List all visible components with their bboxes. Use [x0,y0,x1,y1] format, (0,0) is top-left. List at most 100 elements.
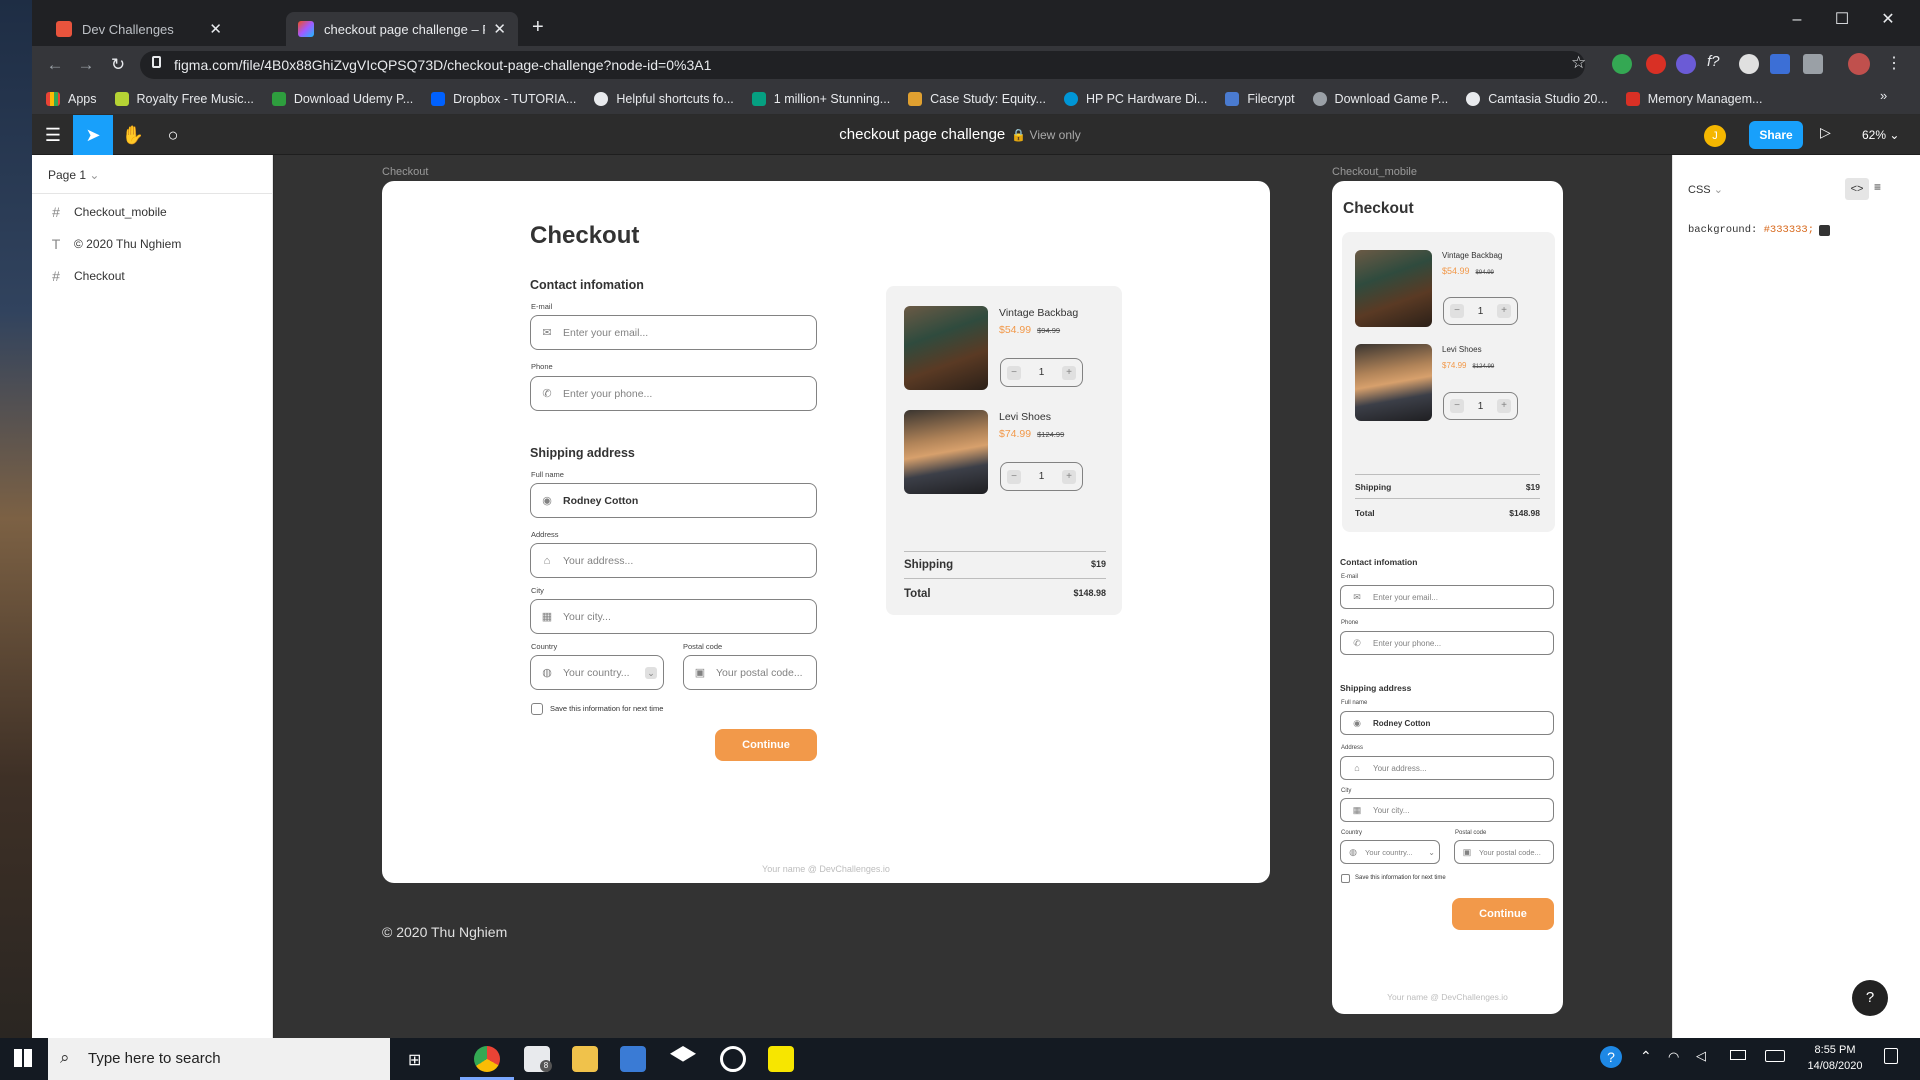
present-icon[interactable]: ▷ [1820,124,1831,141]
phone-field[interactable]: ✆ Enter your phone... [1340,631,1554,655]
avatar[interactable]: J [1704,125,1726,147]
share-button[interactable]: Share [1749,121,1803,149]
layer-checkout[interactable]: # Checkout [48,265,125,287]
task-view-icon[interactable]: ⊞ [408,1050,421,1070]
extension-icon[interactable] [1612,54,1632,74]
quantity-stepper[interactable]: −1 + [1000,462,1083,491]
quantity-stepper[interactable]: −1 + [1000,358,1083,387]
country-select[interactable]: ◍ Your country... ⌄ [530,655,664,690]
keyboard-icon[interactable] [1765,1050,1785,1062]
plus-button[interactable]: + [1497,399,1511,413]
comment-tool-icon[interactable]: ○ [153,115,193,155]
fullname-field[interactable]: ◉ Rodney Cotton [1340,711,1554,735]
ublock-icon[interactable] [1646,54,1666,74]
new-tab-button[interactable]: + [532,16,544,39]
recorder-icon[interactable] [720,1046,746,1072]
city-field[interactable]: ▦ Your city... [1340,798,1554,822]
extension-icon[interactable] [1676,54,1696,74]
extension-icon[interactable] [1770,54,1790,74]
bookmarks-overflow-icon[interactable]: » [1880,88,1887,103]
bookmark-item[interactable]: Download Game P... [1312,92,1448,106]
chrome-icon[interactable] [474,1046,500,1072]
list-view-icon[interactable]: ≡ [1874,180,1881,194]
plus-button[interactable]: + [1497,304,1511,318]
country-select[interactable]: ◍ Your country... ⌄ [1340,840,1440,864]
minus-button[interactable]: − [1007,365,1021,380]
font-extension-icon[interactable]: f? [1707,53,1720,70]
layer-copyright-text[interactable]: T © 2020 Thu Nghiem [48,233,182,255]
save-info-checkbox[interactable] [531,703,543,715]
bookmark-item[interactable]: Memory Managem... [1625,92,1762,106]
minus-button[interactable]: − [1450,399,1464,413]
store-icon[interactable] [620,1046,646,1072]
bookmark-item[interactable]: Royalty Free Music... [114,92,254,106]
bookmark-apps[interactable]: Apps [46,92,97,106]
extension-icon[interactable] [1803,54,1823,74]
continue-button[interactable]: Continue [1452,898,1554,930]
phone-field[interactable]: ✆ Enter your phone... [530,376,817,411]
shoes-image [904,410,988,494]
battery-icon[interactable] [1730,1050,1746,1060]
sticky-notes-icon[interactable] [768,1046,794,1072]
file-explorer-icon[interactable] [572,1046,598,1072]
bookmark-item[interactable]: Dropbox - TUTORIA... [431,92,576,106]
quantity-stepper[interactable]: −1 + [1443,392,1518,420]
postal-code-field[interactable]: ▣ Your postal code... [683,655,817,690]
volume-icon[interactable]: ◁ [1696,1048,1706,1064]
postal-code-field[interactable]: ▣ Your postal code... [1454,840,1554,864]
notifications-icon[interactable] [1884,1048,1898,1064]
profile-avatar[interactable] [1848,53,1870,75]
city-field[interactable]: ▦ Your city... [530,599,817,634]
star-icon[interactable]: ☆ [1571,53,1586,73]
help-button[interactable]: ? [1852,980,1888,1016]
chevron-up-icon[interactable]: ⌃ [1640,1048,1652,1065]
windows-start-icon[interactable] [14,1049,32,1067]
maximize-icon[interactable]: ☐ [1820,6,1864,34]
back-icon[interactable]: ← [42,52,68,78]
bookmark-item[interactable]: Camtasia Studio 20... [1466,92,1608,106]
forward-icon[interactable]: → [73,52,99,78]
plus-button[interactable]: + [1062,365,1076,380]
bookmark-item[interactable]: Filecrypt [1225,92,1295,106]
frame-label-checkout[interactable]: Checkout [382,166,428,178]
address-field[interactable]: ⌂ Your address... [1340,756,1554,780]
email-field[interactable]: ✉ Enter your email... [1340,585,1554,609]
minimize-icon[interactable]: – [1775,6,1819,34]
bookmark-item[interactable]: Download Udemy P... [271,92,413,106]
bookmark-item[interactable]: Case Study: Equity... [908,92,1046,106]
taskbar-search-box[interactable]: Type here to search [48,1038,390,1080]
menu-dots-icon[interactable]: ⋮ [1886,53,1902,73]
extension-icon[interactable] [1739,54,1759,74]
hamburger-menu-icon[interactable]: ☰ [33,115,73,155]
bookmark-item[interactable]: 1 million+ Stunning... [751,92,890,106]
fullname-field[interactable]: ◉ Rodney Cotton [530,483,817,518]
continue-button[interactable]: Continue [715,729,817,761]
address-field[interactable]: ⌂ Your address... [530,543,817,578]
save-info-checkbox[interactable] [1341,874,1350,883]
close-tab-icon[interactable]: ✕ [493,20,506,38]
address-bar[interactable]: figma.com/file/4B0x88GhiZvgVIcQPSQ73D/ch… [140,51,1585,79]
browser-tab-dev-challenges[interactable]: Dev Challenges ✕ [44,12,234,46]
browser-tab-figma[interactable]: checkout page challenge – Figma ✕ [286,12,518,46]
zoom-dropdown[interactable]: 62% ⌄ [1862,128,1899,142]
email-field[interactable]: ✉ Enter your email... [530,315,817,350]
bookmark-item[interactable]: HP PC Hardware Di... [1063,92,1207,106]
minus-button[interactable]: − [1450,304,1464,318]
help-tray-icon[interactable]: ? [1600,1046,1622,1068]
bookmark-item[interactable]: Helpful shortcuts fo... [594,92,734,106]
close-tab-icon[interactable]: ✕ [209,20,222,38]
code-language-dropdown[interactable]: CSS ⌄ [1688,183,1723,196]
clock[interactable]: 8:55 PM 14/08/2020 [1800,1042,1870,1074]
wifi-icon[interactable]: ◠ [1668,1049,1679,1065]
move-tool-icon[interactable]: ➤ [73,115,113,155]
code-view-icon[interactable]: <> [1845,178,1869,200]
layer-checkout-mobile[interactable]: # Checkout_mobile [48,201,167,223]
plus-button[interactable]: + [1062,469,1076,484]
hand-tool-icon[interactable]: ✋ [113,115,153,155]
frame-label-checkout-mobile[interactable]: Checkout_mobile [1332,166,1417,178]
close-window-icon[interactable]: ✕ [1866,6,1910,34]
minus-button[interactable]: − [1007,469,1021,484]
reload-icon[interactable]: ↻ [105,52,131,78]
page-selector[interactable]: Page 1 ⌄ [48,168,99,182]
quantity-stepper[interactable]: −1 + [1443,297,1518,325]
